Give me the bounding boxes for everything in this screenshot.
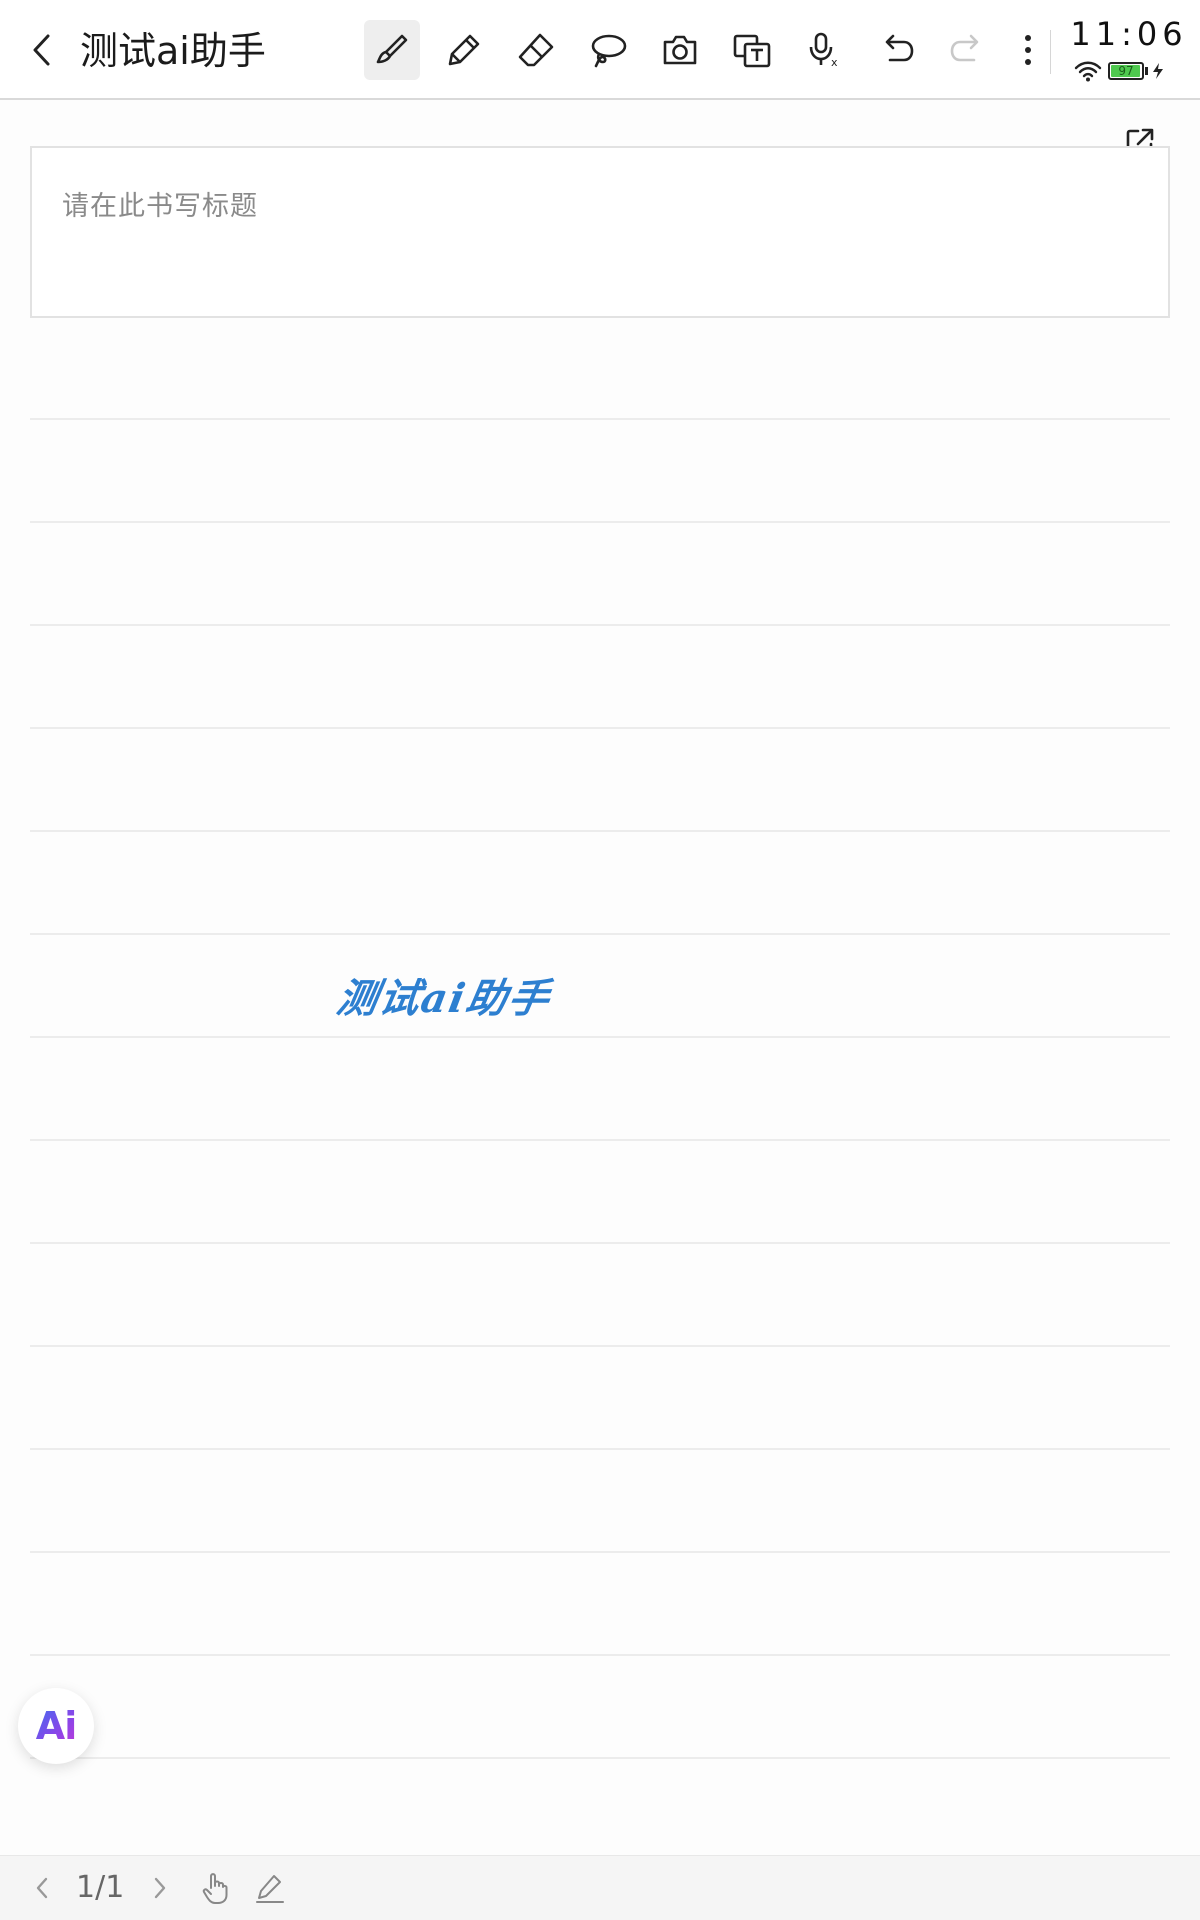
ruled-line [30,727,1170,729]
svg-text:x: x [831,56,838,69]
redo-icon [950,34,979,62]
hand-pointer-icon [202,1873,228,1904]
lasso-tool[interactable] [580,20,636,80]
handwritten-text: 测试ai助手 [333,975,555,1022]
status-indicators: 97 [1074,58,1164,84]
ai-button-label: Ai [35,1704,77,1748]
pencil-icon [448,34,480,66]
chevron-right-icon [154,1877,166,1899]
eraser-tool[interactable] [508,20,564,80]
top-toolbar: 测试ai助手 x 11:06 97 [0,0,1200,100]
lasso-icon [591,34,627,68]
pen-icon [256,1875,284,1903]
chevron-left-icon [36,1877,48,1899]
battery-level: 97 [1118,64,1134,78]
wifi-icon [1074,61,1102,82]
text-recognition-tool[interactable] [724,20,780,80]
redo-button[interactable] [940,20,996,80]
ruled-line [30,1448,1170,1450]
chevron-left-icon [33,34,50,66]
note-title: 测试ai助手 [80,29,266,73]
page-indicator: 1/1 [76,1870,125,1905]
toolbar-divider [1050,30,1051,74]
status-clock: 11:06 [1070,15,1188,53]
back-button[interactable] [20,26,64,74]
more-menu-button[interactable] [1000,20,1056,80]
next-page-button[interactable] [144,1866,176,1910]
more-vertical-icon [1025,35,1031,65]
ruled-line [30,1654,1170,1656]
charging-icon [1153,63,1163,79]
microphone-icon: x [809,32,838,69]
undo-icon [885,34,914,62]
hand-mode-button[interactable] [196,1866,236,1910]
ruled-line [30,933,1170,935]
pen-mode-button[interactable] [250,1866,290,1910]
ruled-line [30,418,1170,420]
ai-assistant-button[interactable]: Ai [18,1688,94,1764]
title-input-area[interactable]: 请在此书写标题 [30,146,1170,318]
bottom-bar: 1/1 [0,1855,1200,1920]
camera-icon [663,35,697,65]
camera-tool[interactable] [652,20,708,80]
ruled-line [30,521,1170,523]
title-placeholder: 请在此书写标题 [62,191,258,222]
brush-tool[interactable] [364,20,420,80]
handwritten-note[interactable]: 测试ai助手 [333,966,568,1036]
pencil-tool[interactable] [436,20,492,80]
undo-button[interactable] [868,20,924,80]
ruled-line [30,1757,1170,1759]
voice-input-tool[interactable]: x [796,20,852,80]
previous-page-button[interactable] [26,1866,58,1910]
ruled-line [30,1036,1170,1038]
text-box-icon [733,34,771,68]
notebook-page[interactable]: 请在此书写标题 测试ai助手 [0,100,1200,1855]
brush-icon [376,34,408,64]
ruled-line [30,1551,1170,1553]
ruled-line [30,1345,1170,1347]
battery-cap [1145,67,1148,75]
ruled-line [30,1139,1170,1141]
battery-indicator: 97 [1108,62,1144,80]
ruled-line [30,830,1170,832]
ruled-line [30,624,1170,626]
ruled-line [30,1242,1170,1244]
eraser-icon [518,33,554,67]
